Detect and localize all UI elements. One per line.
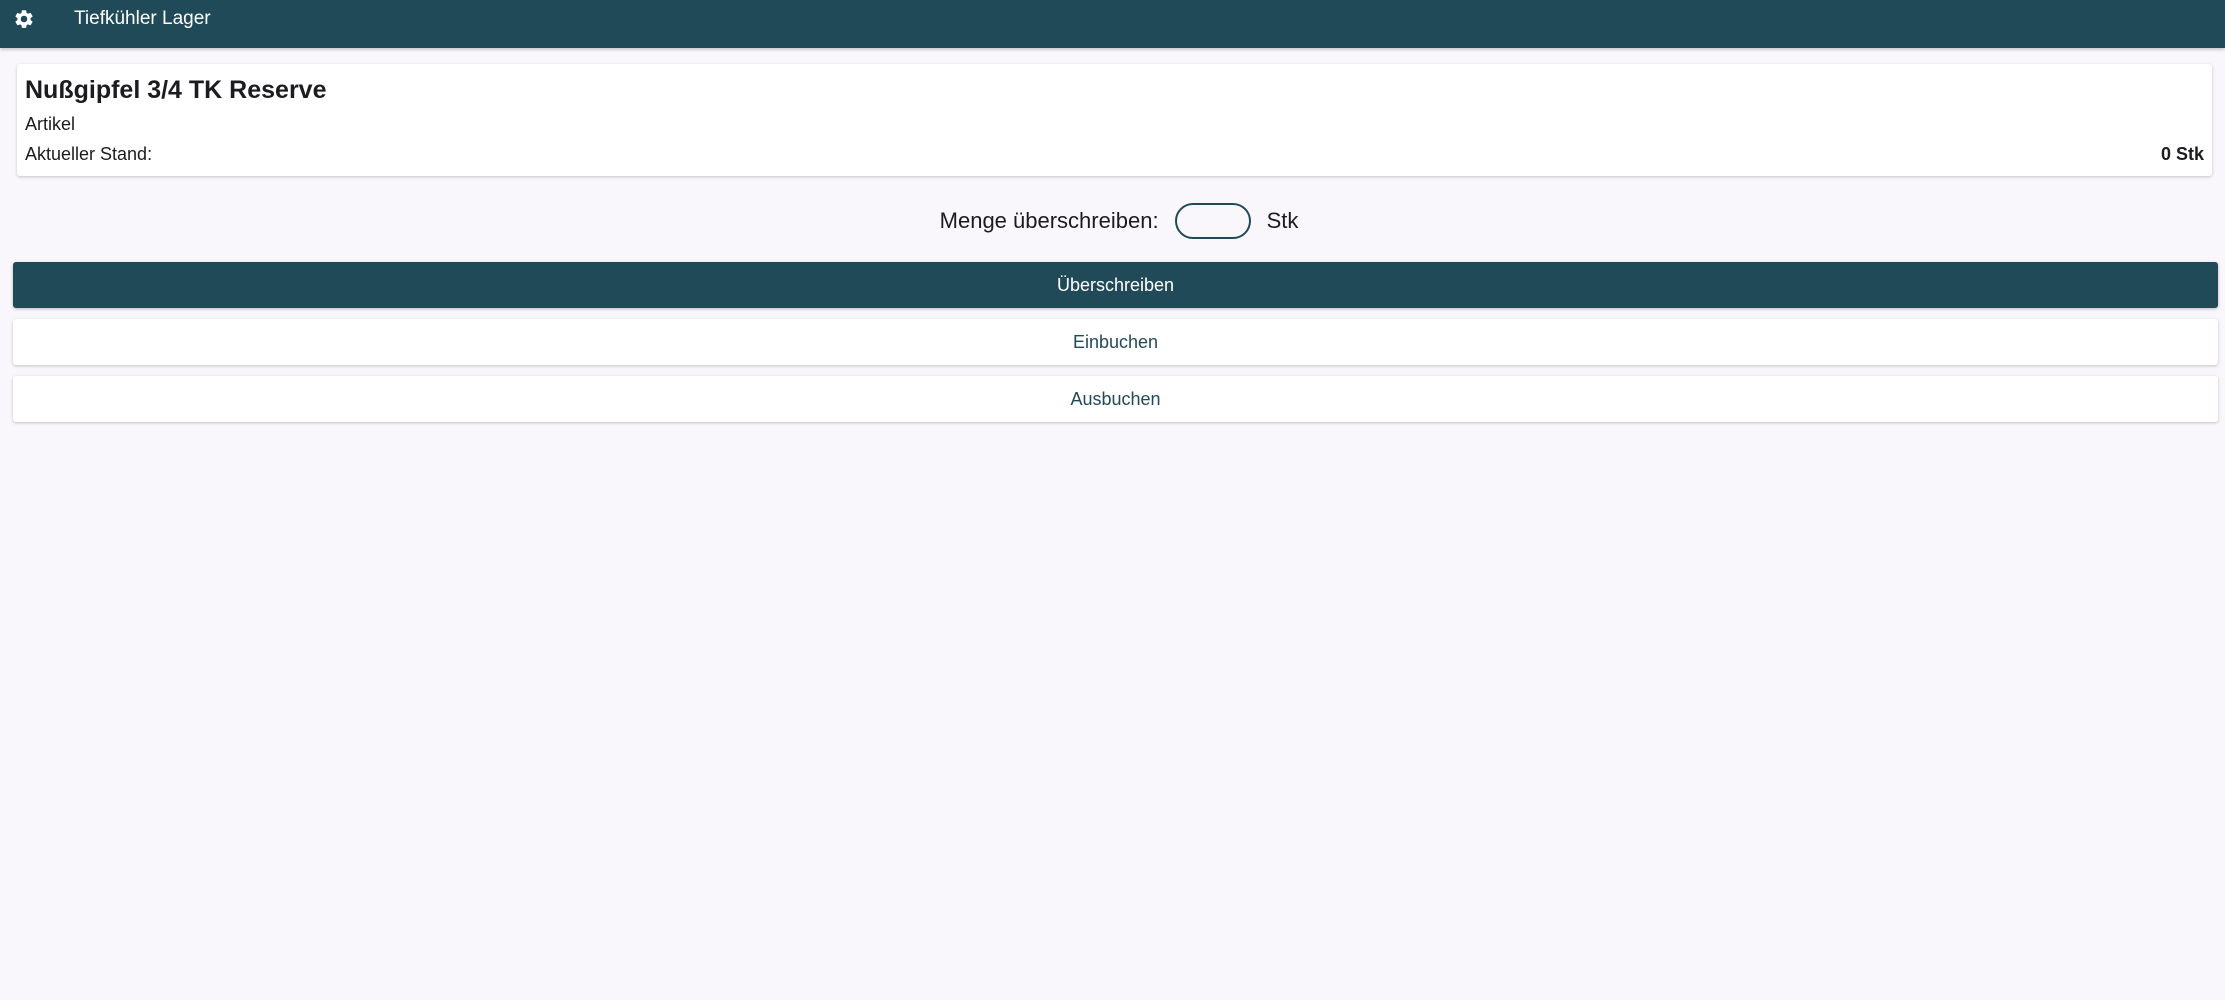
item-name: Nußgipfel 3/4 TK Reserve	[25, 76, 327, 104]
settings-button[interactable]	[13, 8, 35, 30]
book-out-button-label: Ausbuchen	[1070, 388, 1161, 409]
app-title: Tiefkühler Lager	[74, 8, 211, 29]
book-in-button-label: Einbuchen	[1072, 331, 1159, 352]
quantity-input[interactable]	[1174, 203, 1251, 239]
unit-label: Stk	[1266, 208, 1299, 233]
app-header: Tiefkühler Lager	[0, 0, 2225, 48]
quantity-override-row: Menge überschreiben: Stk	[0, 200, 2225, 242]
book-in-button[interactable]: Einbuchen	[13, 319, 2218, 365]
overwrite-button[interactable]: Überschreiben	[13, 262, 2218, 308]
gear-icon	[15, 10, 33, 28]
book-out-button[interactable]: Ausbuchen	[13, 376, 2218, 422]
item-card: Nußgipfel 3/4 TK Reserve Artikel Aktuell…	[17, 64, 2212, 176]
item-type: Artikel	[25, 114, 76, 134]
quantity-override-label: Menge überschreiben:	[939, 208, 1159, 233]
current-stock-label: Aktueller Stand:	[25, 144, 153, 164]
overwrite-button-label: Überschreiben	[1056, 274, 1175, 295]
current-stock-value: 0 Stk	[2160, 144, 2204, 164]
